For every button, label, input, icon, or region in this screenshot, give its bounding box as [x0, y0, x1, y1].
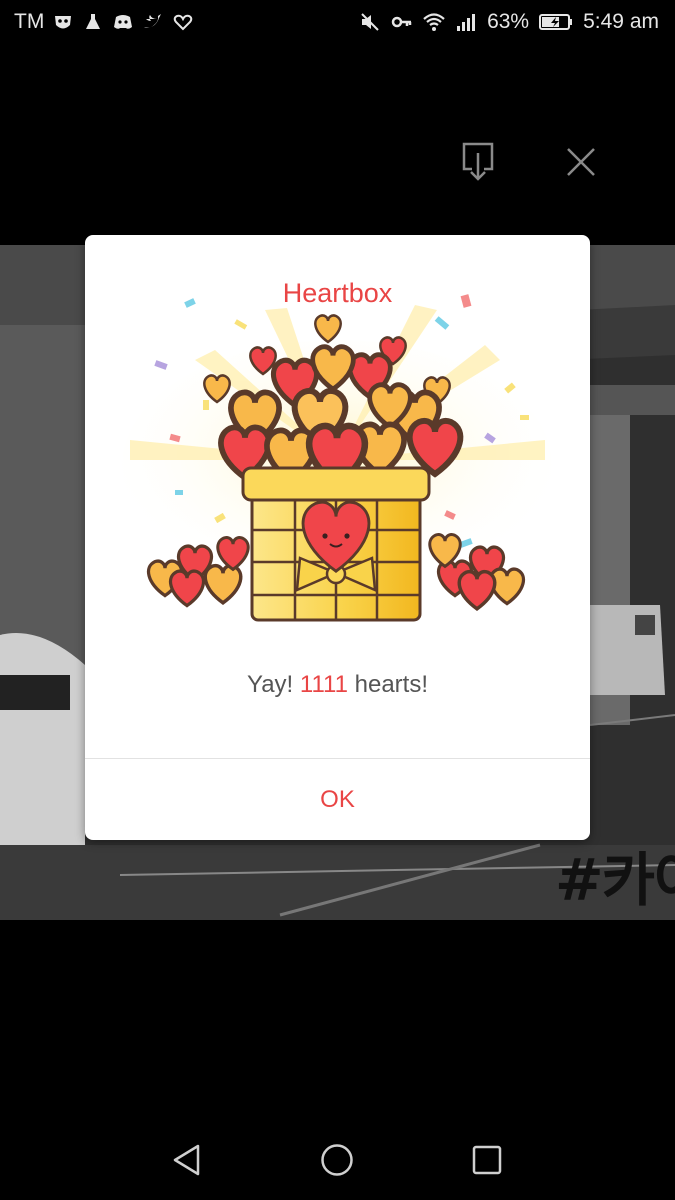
- clock: 5:49 am: [583, 10, 659, 33]
- battery-percentage: 63%: [487, 10, 530, 33]
- back-triangle-icon: [173, 1144, 200, 1176]
- navigation-bar: [0, 1120, 675, 1200]
- key-icon: [391, 11, 413, 33]
- twitter-icon: [142, 11, 164, 33]
- wifi-icon: [423, 11, 445, 33]
- carrier-label: TM: [14, 10, 45, 33]
- dialog-message: Yay! 1111 hearts!: [85, 671, 590, 699]
- home-button[interactable]: [317, 1140, 357, 1180]
- signal-icon: [455, 11, 477, 33]
- message-prefix: Yay!: [246, 671, 300, 698]
- back-button[interactable]: [167, 1140, 207, 1180]
- download-button[interactable]: [456, 140, 500, 184]
- status-bar: TM 63% 5:49 am: [0, 0, 675, 46]
- heart-outline-icon: [172, 11, 194, 33]
- flask-icon: [82, 11, 104, 33]
- mute-icon: [359, 11, 381, 33]
- heartbox-dialog: Heartbox Yay! 1111 hearts! OK: [85, 235, 590, 840]
- heartbox-gift-illustration: [122, 294, 552, 622]
- background-hashtag-text: #카이: [555, 846, 675, 914]
- close-button[interactable]: [559, 140, 603, 184]
- recents-button[interactable]: [467, 1140, 507, 1180]
- message-suffix: hearts!: [347, 671, 428, 698]
- close-icon: [567, 148, 595, 176]
- ok-button[interactable]: OK: [85, 759, 590, 840]
- home-circle-icon: [321, 1144, 353, 1176]
- mask-icon: [52, 11, 74, 33]
- download-icon: [462, 142, 494, 181]
- discord-icon: [112, 11, 134, 33]
- recents-square-icon: [472, 1145, 502, 1175]
- battery-charging-icon: [539, 11, 573, 33]
- heart-count: 1111: [299, 671, 348, 698]
